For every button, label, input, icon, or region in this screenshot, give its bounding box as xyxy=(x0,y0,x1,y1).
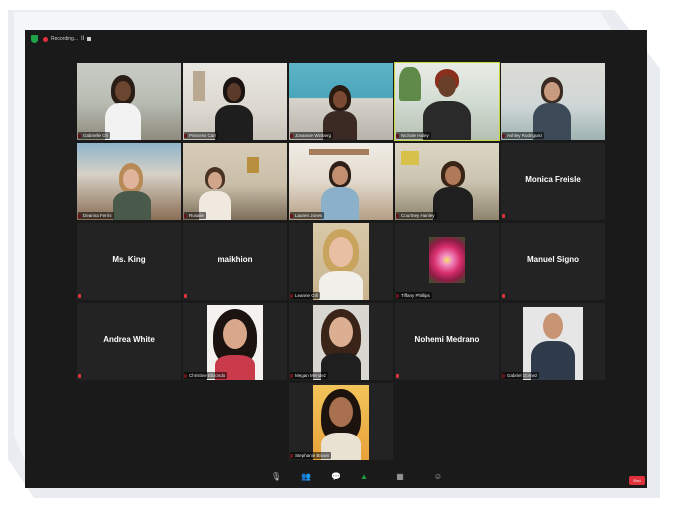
participant-tile[interactable]: Deanna Ferris xyxy=(77,143,181,220)
person-head xyxy=(445,166,461,185)
participant-tile[interactable]: Manuel Signo xyxy=(501,223,605,300)
participant-display-name: Nohemi Medrano xyxy=(414,335,480,344)
participant-name: Christine Elizondo xyxy=(184,372,228,379)
background-shelf xyxy=(193,71,205,101)
person-body xyxy=(319,271,363,300)
participant-tile[interactable]: Christine Elizondo xyxy=(183,303,287,380)
participant-tile[interactable]: Tiffany Phillips xyxy=(395,223,499,300)
participant-tile[interactable]: Ashley Rodriguez xyxy=(501,63,605,140)
participant-tile[interactable]: Courtney Hanley xyxy=(395,143,499,220)
person-body xyxy=(321,187,359,220)
person-head xyxy=(223,319,247,349)
participant-tile[interactable]: Lauren Jones xyxy=(289,143,393,220)
person-body xyxy=(113,191,151,220)
muted-mic-icon xyxy=(78,374,81,378)
participant-display-name: maikhion xyxy=(217,255,253,264)
person-body xyxy=(105,103,141,140)
person-head xyxy=(332,166,348,185)
reactions-icon[interactable]: ☺ xyxy=(433,472,443,481)
person-head xyxy=(329,317,353,347)
record-dot-icon xyxy=(43,36,48,42)
background-shelf xyxy=(309,149,369,155)
person-head xyxy=(329,237,353,267)
recording-label: Recording... xyxy=(51,36,78,42)
participant-display-name: Monica Freisle xyxy=(525,175,581,184)
pause-recording-icon[interactable]: II xyxy=(81,36,84,42)
person-head xyxy=(544,82,560,101)
participant-tile[interactable]: Rosalie xyxy=(183,143,287,220)
person-body xyxy=(215,105,253,140)
participant-name: Ashley Rodriguez xyxy=(502,132,545,139)
participant-tile[interactable]: Ms. King xyxy=(77,223,181,300)
person-head xyxy=(329,397,353,427)
gallery-view-icon[interactable]: ▦ xyxy=(395,472,405,481)
person-head xyxy=(438,75,456,97)
flower-profile-photo xyxy=(429,237,465,283)
muted-mic-icon xyxy=(502,214,505,218)
participant-name: Nichole Haley xyxy=(396,132,431,139)
participant-tile[interactable]: Gabriel Gomez xyxy=(501,303,605,380)
background-picture xyxy=(247,157,259,173)
participant-tile[interactable]: Megan Mendez xyxy=(289,303,393,380)
participant-name: Tiffany Phillips xyxy=(396,292,432,299)
participant-display-name: Manuel Signo xyxy=(527,255,579,264)
participant-name: Stephanie Brown xyxy=(290,452,332,459)
participant-name: Deanna Ferris xyxy=(78,212,114,219)
zoom-meeting-window: Recording... II Gabrielle Oli Princess C… xyxy=(25,30,647,488)
person-head xyxy=(123,169,139,189)
participant-name: Rosalie xyxy=(184,212,207,219)
person-head xyxy=(543,313,563,339)
participant-name: Gabriel Gomez xyxy=(502,372,540,379)
participant-name: Lauren Jones xyxy=(290,212,325,219)
muted-mic-icon xyxy=(184,294,187,298)
participant-tile[interactable]: Gabrielle Oli xyxy=(77,63,181,140)
person-head xyxy=(208,172,222,189)
background-plant xyxy=(399,67,421,101)
background-picture xyxy=(401,151,419,165)
muted-mic-icon xyxy=(502,294,505,298)
muted-mic-icon xyxy=(396,374,399,378)
person-head xyxy=(333,91,347,108)
muted-mic-icon xyxy=(78,294,81,298)
meeting-top-bar: Recording... II xyxy=(25,30,647,48)
person-head xyxy=(115,81,131,101)
chat-icon[interactable]: 💬 xyxy=(331,472,341,481)
participant-tile[interactable]: Princess Carr xyxy=(183,63,287,140)
security-shield-icon[interactable] xyxy=(31,35,38,43)
stop-recording-icon[interactable] xyxy=(87,37,92,41)
participant-name: Jovannie Winberg xyxy=(290,132,334,139)
participants-icon[interactable]: 👥 xyxy=(301,472,311,481)
participant-tile[interactable]: Leanne Gill xyxy=(289,223,393,300)
participant-tile[interactable]: maikhion xyxy=(183,223,287,300)
participant-name: Megan Mendez xyxy=(290,372,329,379)
participant-name: Princess Carr xyxy=(184,132,219,139)
mic-icon[interactable]: 🎙 xyxy=(271,472,281,481)
participant-name: Gabrielle Oli xyxy=(78,132,110,139)
participant-display-name: Andrea White xyxy=(103,335,155,344)
person-head xyxy=(227,83,241,101)
end-meeting-button[interactable]: End xyxy=(629,476,645,485)
meeting-toolbar: 🎙 👥 💬 ▲ ▦ ☺ End xyxy=(25,466,647,488)
participant-tile[interactable]: Monica Freisle xyxy=(501,143,605,220)
participant-tile[interactable]: Jovannie Winberg xyxy=(289,63,393,140)
participant-name: Courtney Hanley xyxy=(396,212,437,219)
participant-tile[interactable]: Stephanie Brown xyxy=(289,383,393,460)
participant-name: Leanne Gill xyxy=(290,292,320,299)
participant-tile[interactable]: Nohemi Medrano xyxy=(395,303,499,380)
person-body xyxy=(433,187,473,220)
share-screen-icon[interactable]: ▲ xyxy=(359,472,369,481)
participant-tile[interactable]: Andrea White xyxy=(77,303,181,380)
recording-indicator: Recording... II xyxy=(43,33,92,45)
participant-display-name: Ms. King xyxy=(112,255,146,264)
participant-tile-active-speaker[interactable]: Nichole Haley xyxy=(394,62,500,141)
